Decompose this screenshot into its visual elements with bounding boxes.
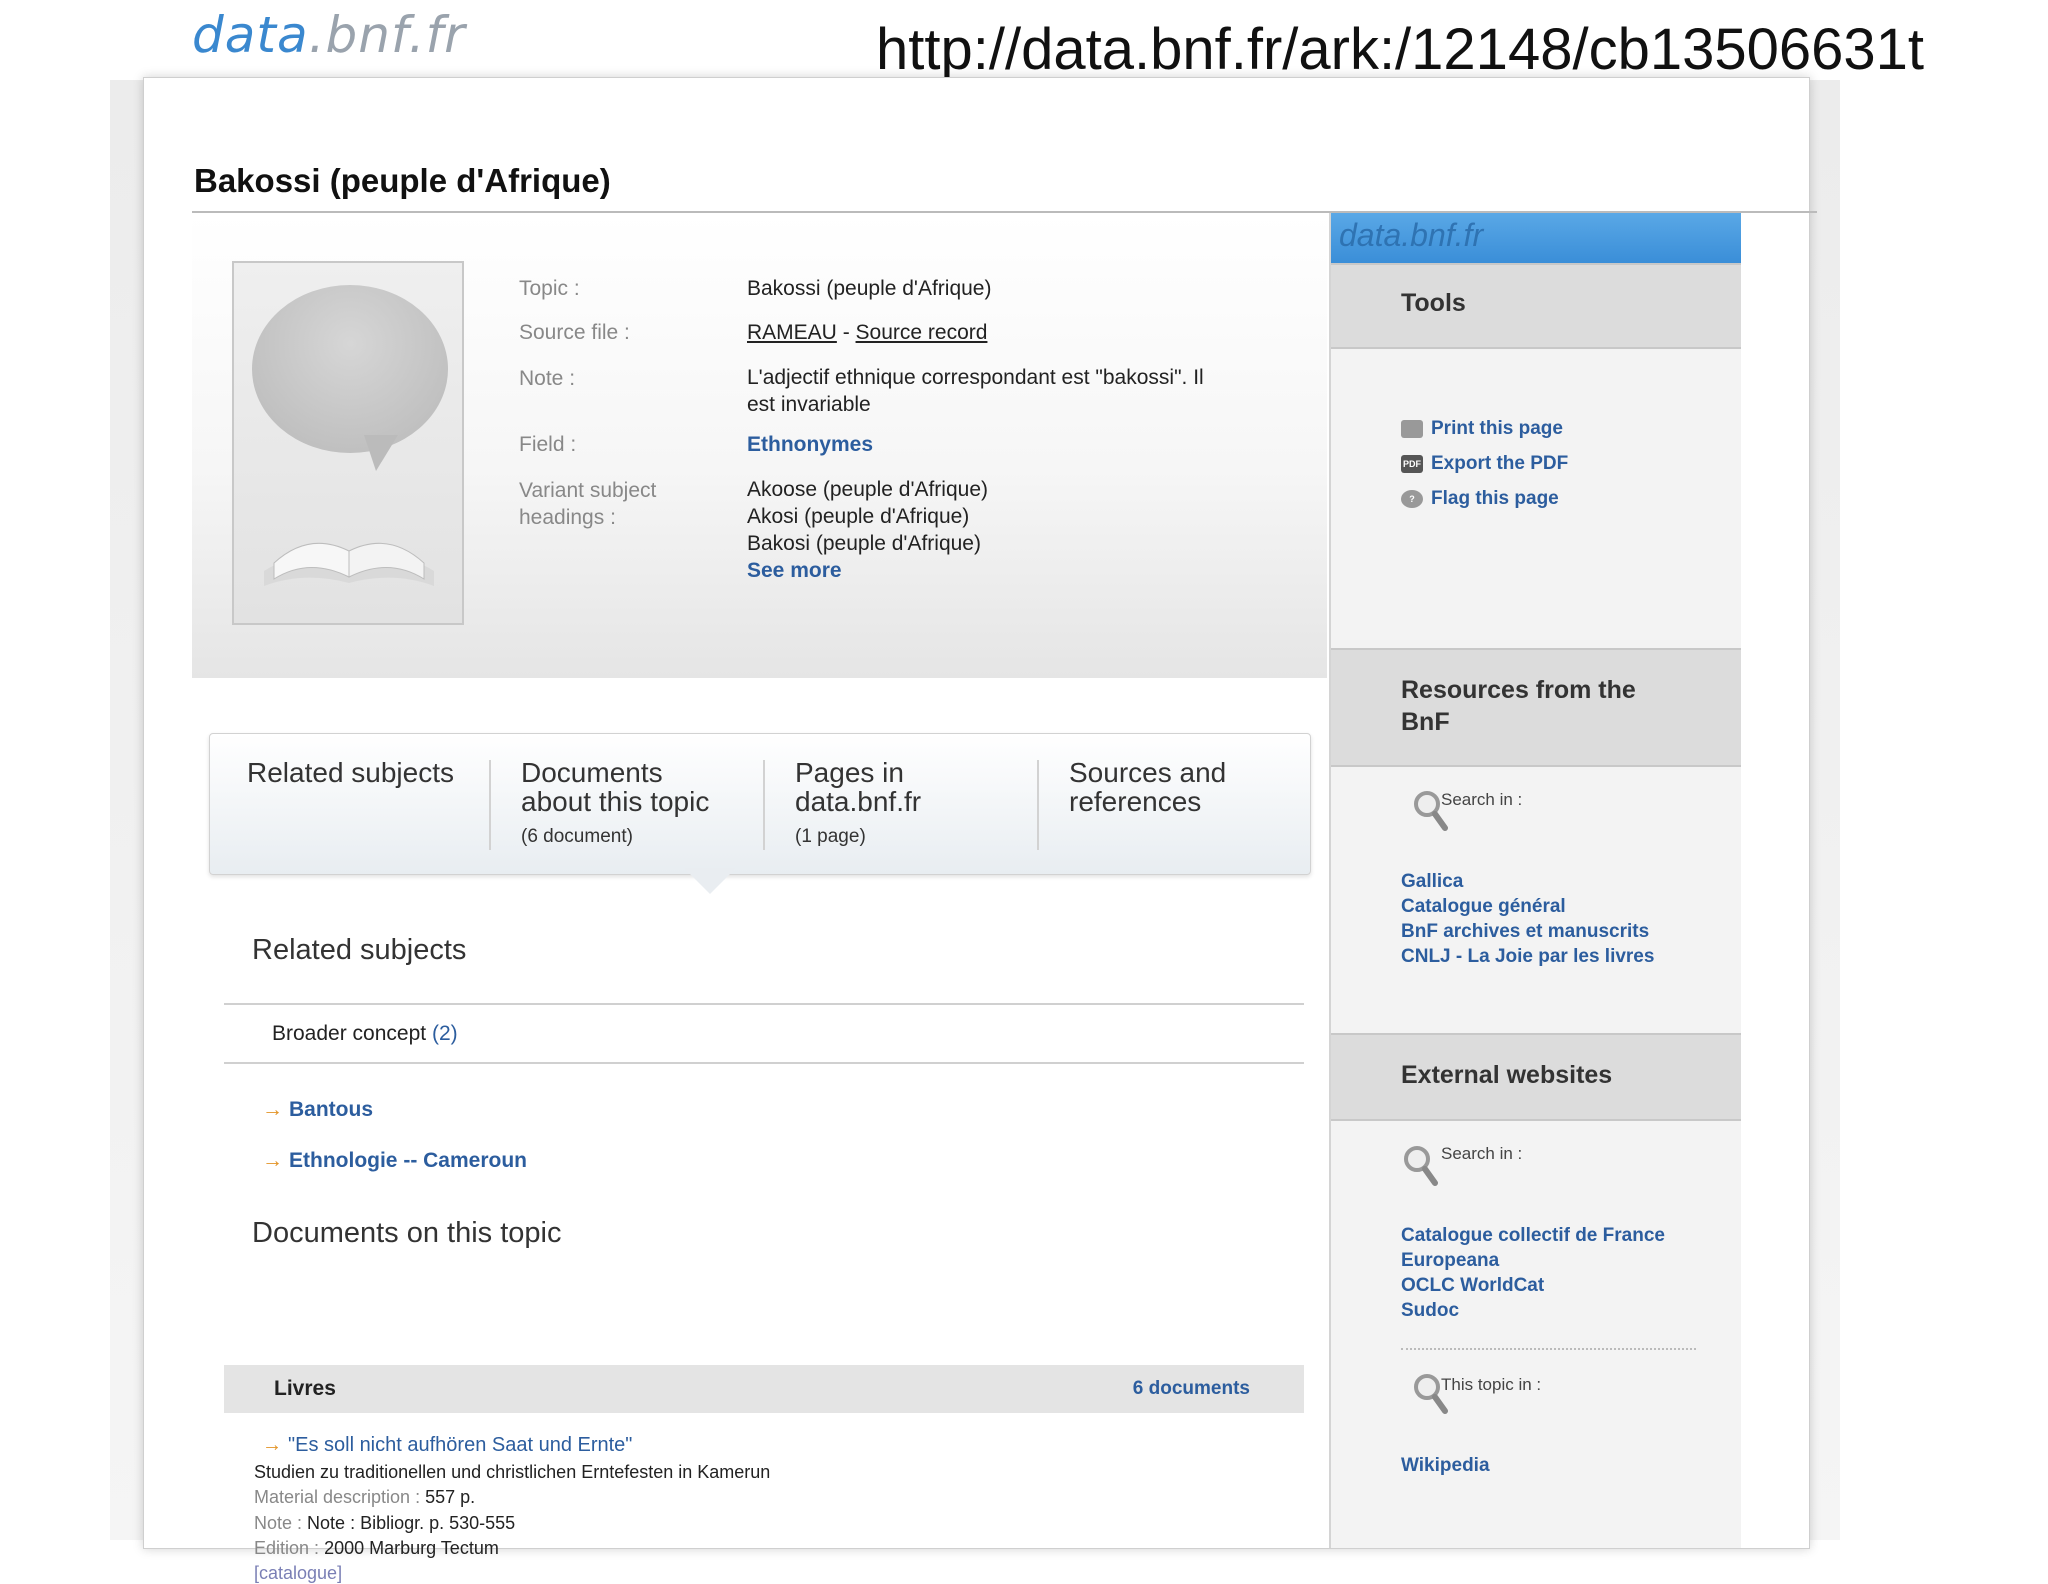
active-tab-pointer [684, 868, 736, 894]
tools-header: Tools [1331, 263, 1741, 349]
note-label: Note : [519, 367, 576, 390]
topic-in-label: This topic in : [1441, 1375, 1542, 1394]
rameau-link[interactable]: RAMEAU [747, 321, 837, 344]
wikipedia-link[interactable]: Wikipedia [1401, 1455, 1490, 1477]
resource-link-catalogue[interactable]: Catalogue général [1401, 896, 1566, 918]
tab-pages[interactable]: Pages in data.bnf.fr (1 page) [795, 758, 921, 851]
documents-count-link[interactable]: 6 documents [1133, 1378, 1250, 1400]
resources-header: Resources from the BnF [1331, 648, 1741, 767]
print-page-link[interactable]: Print this page [1401, 418, 1563, 440]
tab-related-subjects[interactable]: Related subjects [247, 758, 454, 787]
arrow-right-icon: → [262, 1149, 283, 1172]
source-value: RAMEAU - Source record [747, 321, 988, 344]
flag-page-link[interactable]: ? Flag this page [1401, 488, 1559, 510]
search-in-label: Search in : [1441, 790, 1523, 809]
group-label: Livres [274, 1377, 336, 1400]
tab-separator [1037, 760, 1039, 850]
document-title-link[interactable]: → "Es soll nicht aufhören Saat und Ernte" [262, 1434, 632, 1457]
resources-heading: Resources from the BnF [1401, 676, 1636, 736]
source-label: Source file : [519, 321, 630, 344]
pdf-icon: PDF [1401, 454, 1423, 473]
divider [224, 1062, 1304, 1064]
data-bnf-logo: data.bnf.fr [192, 6, 466, 64]
variant-item: Bakosi (peuple d'Afrique) [747, 532, 981, 555]
search-in-label: Search in : [1441, 1144, 1523, 1163]
tab-separator [763, 760, 765, 850]
sidebar: data.bnf.fr Tools Print this page PDF Exp… [1329, 213, 1741, 1548]
resource-link-cnlj[interactable]: CNLJ - La Joie par les livres [1401, 946, 1654, 968]
broader-concept-label: Broader concept (2) [272, 1022, 458, 1045]
topic-value: Bakossi (peuple d'Afrique) [747, 277, 992, 300]
page-card: Bakossi (peuple d'Afrique) Topic : Bakos… [143, 77, 1817, 1583]
related-link-ethnologie[interactable]: → Ethnologie -- Cameroun [262, 1149, 527, 1173]
speech-bubble-icon [252, 285, 448, 453]
speech-bubble-tail [364, 435, 398, 471]
content-tabs: Related subjects Documents about this to… [209, 733, 1311, 875]
field-label: Field : [519, 433, 577, 456]
document-material: Material description : 557 p. [254, 1487, 476, 1507]
external-link-europeana[interactable]: Europeana [1401, 1250, 1499, 1272]
external-link-sudoc[interactable]: Sudoc [1401, 1300, 1459, 1322]
record-info: Topic : Bakossi (peuple d'Afrique) Sourc… [192, 213, 1327, 678]
source-record-link[interactable]: Source record [856, 321, 988, 344]
divider [224, 1003, 1304, 1005]
resource-link-gallica[interactable]: Gallica [1401, 871, 1463, 893]
page-title: Bakossi (peuple d'Afrique) [194, 162, 611, 199]
topic-label: Topic : [519, 277, 580, 300]
variant-item: Akoose (peuple d'Afrique) [747, 478, 988, 501]
see-more-link[interactable]: See more [747, 559, 842, 582]
question-icon: ? [1401, 489, 1423, 508]
printer-icon [1401, 419, 1423, 438]
tab-sources[interactable]: Sources and references [1069, 758, 1226, 816]
slide-url: http://data.bnf.fr/ark:/12148/cb13506631… [876, 17, 1924, 82]
sidebar-brand: data.bnf.fr [1331, 213, 1741, 263]
magnifier-icon [1404, 1146, 1438, 1186]
dotted-divider [1401, 1348, 1696, 1350]
arrow-right-icon: → [262, 1434, 282, 1456]
document-edition: Edition : 2000 Marburg Tectum [254, 1538, 499, 1558]
document-subtitle: Studien zu traditionellen und christlich… [254, 1462, 771, 1482]
variant-item: Akosi (peuple d'Afrique) [747, 505, 970, 528]
note-value: L'adjectif ethnique correspondant est "b… [747, 366, 1204, 416]
related-subjects-heading: Related subjects [252, 934, 467, 966]
topic-thumbnail [232, 261, 464, 625]
tab-separator [489, 760, 491, 850]
ethnonymes-link[interactable]: Ethnonymes [747, 433, 873, 456]
documents-group-bar: Livres 6 documents [224, 1365, 1304, 1413]
external-header: External websites [1331, 1033, 1741, 1121]
catalogue-link[interactable]: [catalogue] [254, 1563, 342, 1584]
arrow-right-icon: → [262, 1098, 283, 1121]
external-link-worldcat[interactable]: OCLC WorldCat [1401, 1275, 1544, 1297]
variant-label: Variant subject headings : [519, 479, 657, 529]
document-note: Note : Note : Bibliogr. p. 530-555 [254, 1513, 516, 1533]
resource-link-archives[interactable]: BnF archives et manuscrits [1401, 921, 1649, 943]
related-link-bantous[interactable]: → Bantous [262, 1098, 373, 1122]
external-link-ccfr[interactable]: Catalogue collectif de France [1401, 1225, 1665, 1247]
open-book-icon [264, 542, 434, 586]
tab-documents[interactable]: Documents about this topic (6 document) [521, 758, 709, 851]
field-value: Ethnonymes [747, 431, 873, 458]
documents-heading: Documents on this topic [252, 1217, 562, 1249]
variant-values: Akoose (peuple d'Afrique) Akosi (peuple … [747, 476, 988, 584]
export-pdf-link[interactable]: PDF Export the PDF [1401, 453, 1568, 475]
